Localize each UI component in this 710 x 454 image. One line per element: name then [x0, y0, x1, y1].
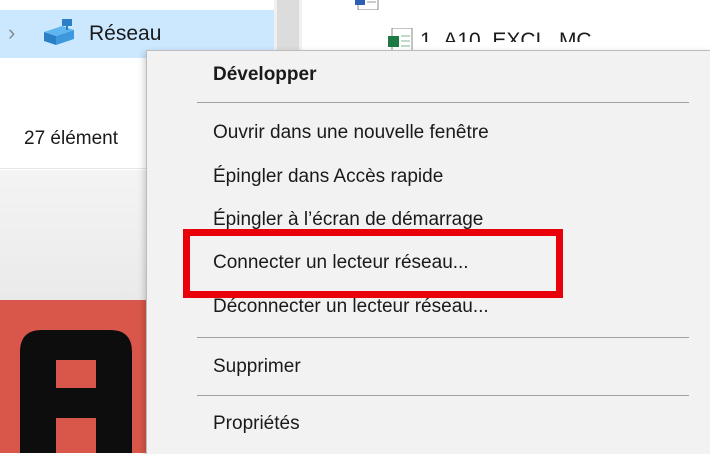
letter-a-logo [20, 330, 132, 453]
item-count: 27 élément [24, 128, 119, 149]
chevron-right-icon[interactable]: › [8, 22, 15, 44]
menu-separator [197, 337, 689, 338]
menu-separator [197, 395, 689, 396]
menu-item-disconnect-network-drive[interactable]: Déconnecter un lecteur réseau... [213, 296, 489, 318]
network-icon [44, 19, 74, 45]
document-icon [355, 0, 379, 10]
menu-separator [197, 102, 689, 103]
file-name-clip: 1_A10_EXCL_MC [420, 30, 640, 42]
menu-item-pin-start[interactable]: Épingler à l’écran de démarrage [213, 209, 483, 231]
menu-item-delete[interactable]: Supprimer [213, 356, 301, 378]
menu-item-expand[interactable]: Développer [213, 64, 316, 86]
menu-item-pin-quick-access[interactable]: Épingler dans Accès rapide [213, 166, 443, 188]
file-name[interactable]: 1_A10_EXCL_MC [420, 30, 592, 42]
menu-item-properties[interactable]: Propriétés [213, 413, 300, 435]
nav-item-label: Réseau [89, 22, 162, 45]
menu-item-open-new-window[interactable]: Ouvrir dans une nouvelle fenêtre [213, 122, 489, 144]
menu-item-map-network-drive[interactable]: Connecter un lecteur réseau... [213, 252, 469, 274]
